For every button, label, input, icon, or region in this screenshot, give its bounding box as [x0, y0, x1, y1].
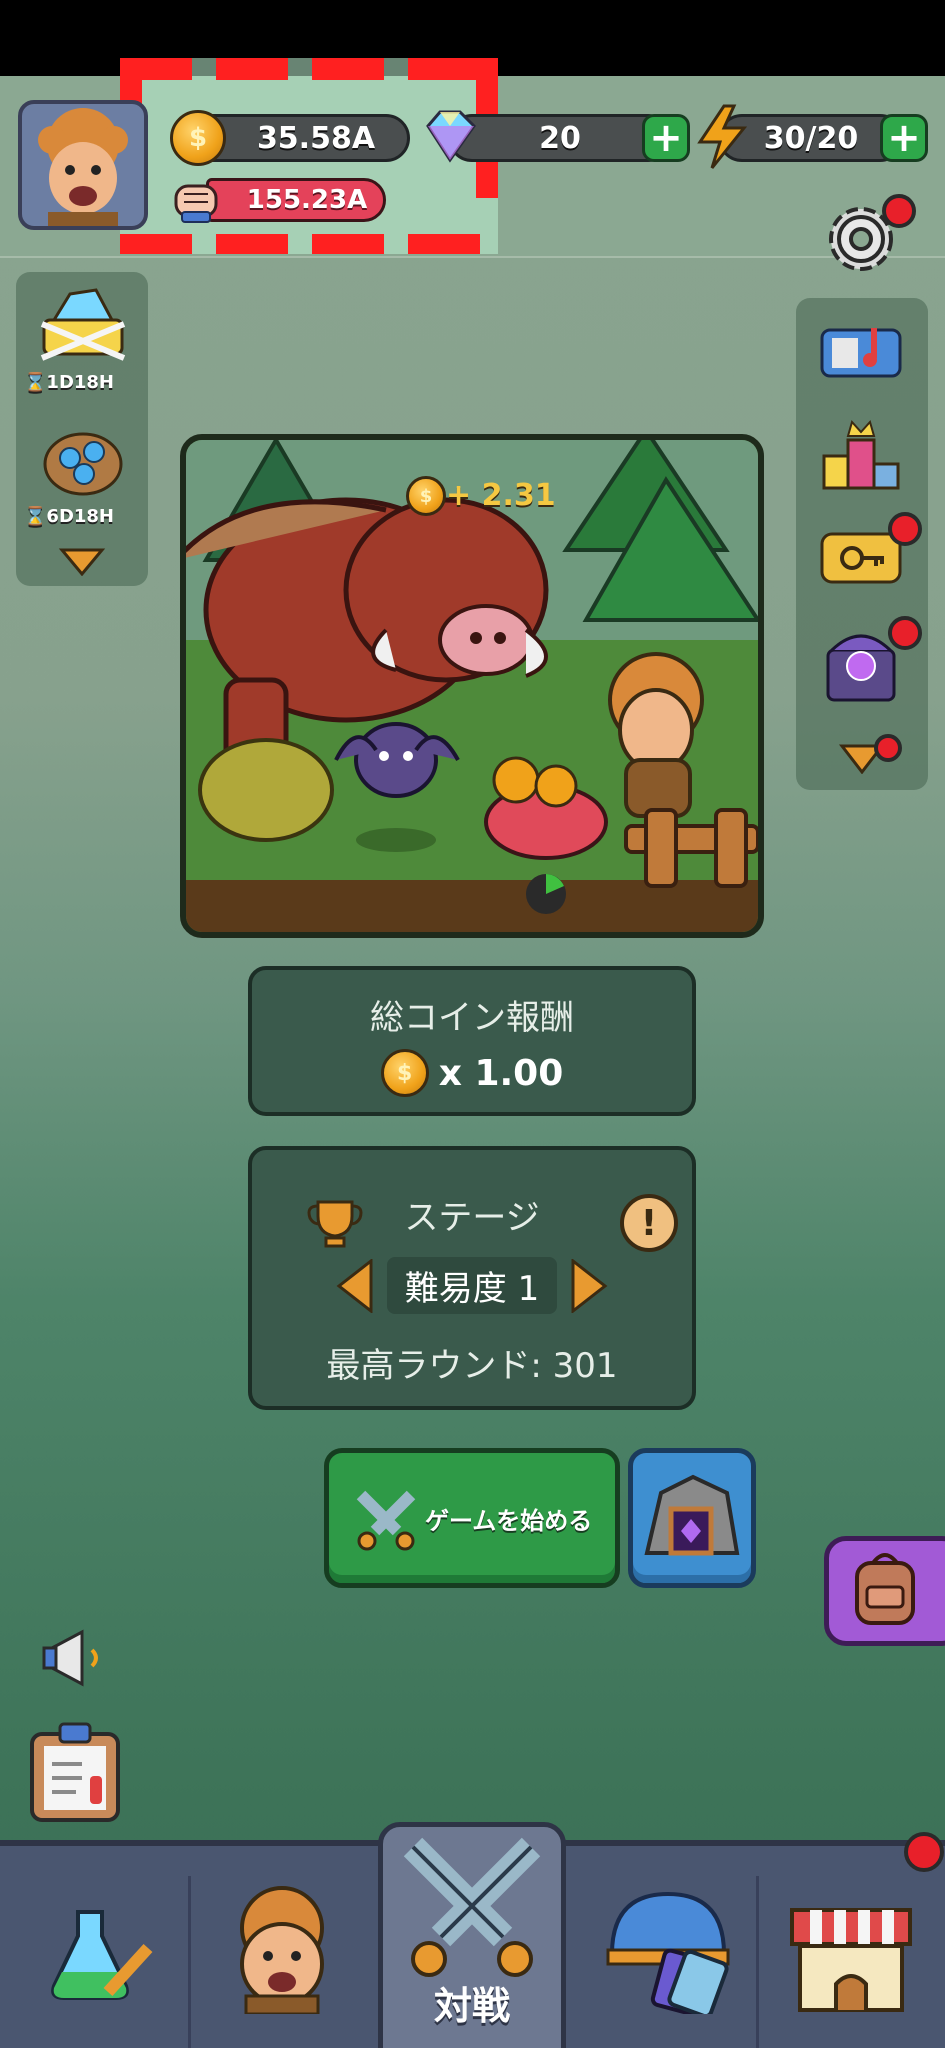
gem-bag-icon[interactable] — [36, 412, 130, 498]
portal-notification-dot — [888, 616, 922, 650]
quest-clipboard-icon[interactable] — [26, 1720, 124, 1824]
nav-tab-shop[interactable] — [788, 1890, 914, 2014]
player-avatar[interactable] — [18, 100, 148, 230]
treasure-chest-icon[interactable] — [36, 280, 130, 366]
right-menu-notification-dot — [874, 734, 902, 762]
info-icon[interactable]: ! — [620, 1194, 678, 1252]
reward-coin-icon: $ — [380, 1049, 429, 1097]
difficulty-label: 難易度 1 — [386, 1257, 558, 1314]
battle-swords-icon — [403, 1837, 541, 1977]
backpack-icon — [855, 1553, 915, 1625]
diamond-icon — [418, 106, 482, 166]
difficulty-prev-arrow-icon[interactable] — [335, 1258, 375, 1313]
key-notification-dot — [888, 512, 922, 546]
coin-reward-title: 総コイン報酬 — [370, 998, 574, 1038]
caveman-face-icon — [38, 108, 128, 226]
difficulty-next-arrow-icon[interactable] — [569, 1258, 609, 1313]
shop-notification-dot — [904, 1832, 944, 1872]
offer-timer-2: ⌛6D18H — [24, 506, 115, 527]
coin-icon: $ — [170, 110, 226, 166]
best-round-label: 最高ラウンド: 301 — [326, 1346, 618, 1386]
coin-multiplier: x 1.00 — [438, 1052, 564, 1094]
music-box-icon[interactable] — [818, 318, 904, 382]
nav-battle-label: 対戦 — [433, 1984, 510, 2028]
shop-stall-icon — [790, 1908, 912, 2012]
crossed-swords-icon — [353, 1487, 419, 1553]
helmet-cards-icon — [606, 1891, 730, 2019]
dungeon-portal-button[interactable] — [628, 1448, 756, 1588]
cave-portal-icon — [644, 1474, 740, 1556]
trophy-icon — [304, 1196, 366, 1248]
lightning-icon — [694, 104, 750, 170]
nav-tab-research[interactable] — [38, 1892, 158, 2012]
stage-panel: ステージ 難易度 1 最高ラウンド: 301 — [248, 1146, 696, 1410]
add-gems-button[interactable]: + — [642, 114, 690, 162]
expand-down-arrow-icon[interactable] — [58, 546, 106, 577]
start-game-label: ゲームを始める — [425, 1507, 593, 1535]
potion-wrench-icon — [51, 1910, 153, 2000]
caveman-hero-icon — [240, 1886, 324, 2016]
settings-notification-dot — [882, 194, 916, 228]
nav-tab-equipment[interactable] — [598, 1884, 730, 2019]
add-energy-button[interactable]: + — [880, 114, 928, 162]
ranking-podium-icon[interactable] — [818, 416, 904, 492]
power-counter: 155.23A — [206, 178, 386, 222]
nav-tab-battle[interactable]: 対戦 — [378, 1822, 566, 2048]
coin-gain-popup: + 2.31 — [446, 478, 556, 513]
fist-icon — [170, 174, 226, 224]
coin-reward-panel: 総コイン報酬 $ x 1.00 — [248, 966, 696, 1116]
start-game-button[interactable]: ゲームを始める — [324, 1448, 620, 1588]
floating-coin-icon: $ — [406, 476, 446, 516]
nav-tab-hero[interactable] — [224, 1884, 340, 2016]
backpack-button[interactable] — [824, 1536, 945, 1646]
offer-timer-1: ⌛1D18H — [24, 372, 115, 393]
megaphone-icon[interactable] — [38, 1626, 114, 1690]
